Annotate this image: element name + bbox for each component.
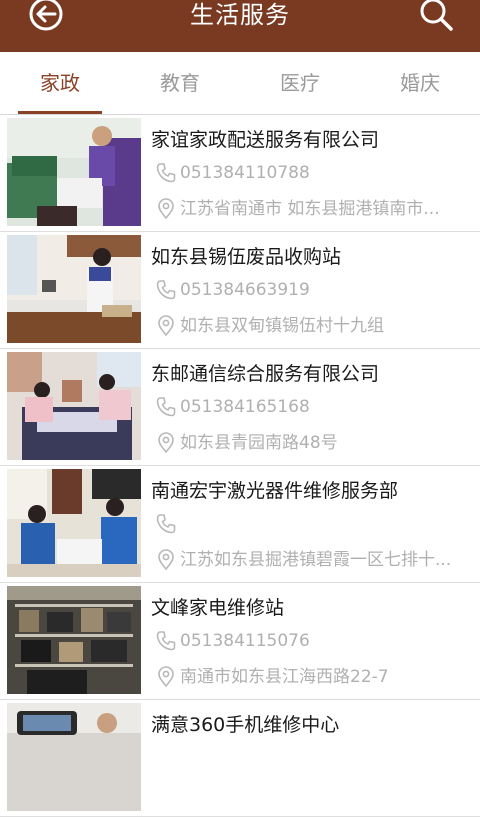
address-text: 南通市如东县江海西路22-7 bbox=[180, 667, 389, 687]
listing-name: 家谊家政配送服务有限公司 bbox=[151, 129, 380, 151]
location-pin-icon bbox=[155, 432, 177, 454]
tab-education[interactable]: 教育 bbox=[120, 52, 240, 114]
location-pin-icon bbox=[155, 549, 177, 571]
listing-photo bbox=[7, 235, 141, 343]
phone-number: 051384115076 bbox=[180, 631, 310, 651]
address-text: 如东县双甸镇锡伍村十九组 bbox=[180, 316, 384, 336]
listing-name: 东邮通信综合服务有限公司 bbox=[151, 363, 380, 385]
tab-medical[interactable]: 医疗 bbox=[240, 52, 360, 114]
address-row[interactable]: 江苏如东县掘港镇碧霞一区七排十... bbox=[155, 548, 470, 574]
listing-name: 如东县锡伍废品收购站 bbox=[151, 246, 342, 268]
listing-photo bbox=[7, 586, 141, 694]
phone-icon bbox=[155, 513, 177, 535]
active-tab-indicator bbox=[18, 111, 102, 114]
list-item[interactable]: 文峰家电维修站 051384115076 南通市如东县江海西路22-7 bbox=[0, 583, 480, 700]
app-header: 生活服务 bbox=[0, 0, 480, 52]
list-item[interactable]: 东邮通信综合服务有限公司 051384165168 如东县青园南路48号 bbox=[0, 349, 480, 466]
list-item[interactable]: 南通宏宇激光器件维修服务部 江苏如东县掘港镇碧霞一区七排十... bbox=[0, 466, 480, 583]
list-item[interactable]: 如东县锡伍废品收购站 051384663919 如东县双甸镇锡伍村十九组 bbox=[0, 232, 480, 349]
phone-icon bbox=[155, 630, 177, 652]
phone-number: 051384663919 bbox=[180, 280, 310, 300]
listing-photo bbox=[7, 703, 141, 811]
category-tabs: 家政 教育 医疗 婚庆 bbox=[0, 52, 480, 115]
tab-wedding[interactable]: 婚庆 bbox=[360, 52, 480, 114]
phone-number: 051384165168 bbox=[180, 397, 310, 417]
address-row[interactable]: 如东县青园南路48号 bbox=[155, 431, 470, 457]
phone-number: 051384110788 bbox=[180, 163, 310, 183]
search-icon[interactable] bbox=[418, 0, 456, 36]
phone-icon bbox=[155, 279, 177, 301]
location-pin-icon bbox=[155, 198, 177, 220]
list-item[interactable]: 家谊家政配送服务有限公司 051384110788 江苏省南通市 如东县掘港镇南… bbox=[0, 115, 480, 232]
phone-icon bbox=[155, 162, 177, 184]
listing-photo bbox=[7, 118, 141, 226]
listing-name: 文峰家电维修站 bbox=[151, 597, 285, 619]
listing-photo bbox=[7, 469, 141, 577]
listing-name: 满意360手机维修中心 bbox=[151, 714, 340, 736]
address-text: 江苏省南通市 如东县掘港镇南市... bbox=[180, 199, 440, 219]
page-title: 生活服务 bbox=[190, 1, 290, 29]
address-row[interactable]: 如东县双甸镇锡伍村十九组 bbox=[155, 314, 470, 340]
tab-housekeeping[interactable]: 家政 bbox=[0, 52, 120, 114]
address-text: 如东县青园南路48号 bbox=[180, 433, 338, 453]
phone-icon bbox=[155, 396, 177, 418]
listing-photo bbox=[7, 352, 141, 460]
listing-name: 南通宏宇激光器件维修服务部 bbox=[151, 480, 399, 502]
address-text: 江苏如东县掘港镇碧霞一区七排十... bbox=[180, 550, 452, 570]
location-pin-icon bbox=[155, 666, 177, 688]
address-row[interactable]: 南通市如东县江海西路22-7 bbox=[155, 665, 470, 691]
location-pin-icon bbox=[155, 315, 177, 337]
list-item[interactable]: 满意360手机维修中心 bbox=[0, 700, 480, 817]
address-row[interactable]: 江苏省南通市 如东县掘港镇南市... bbox=[155, 197, 470, 223]
